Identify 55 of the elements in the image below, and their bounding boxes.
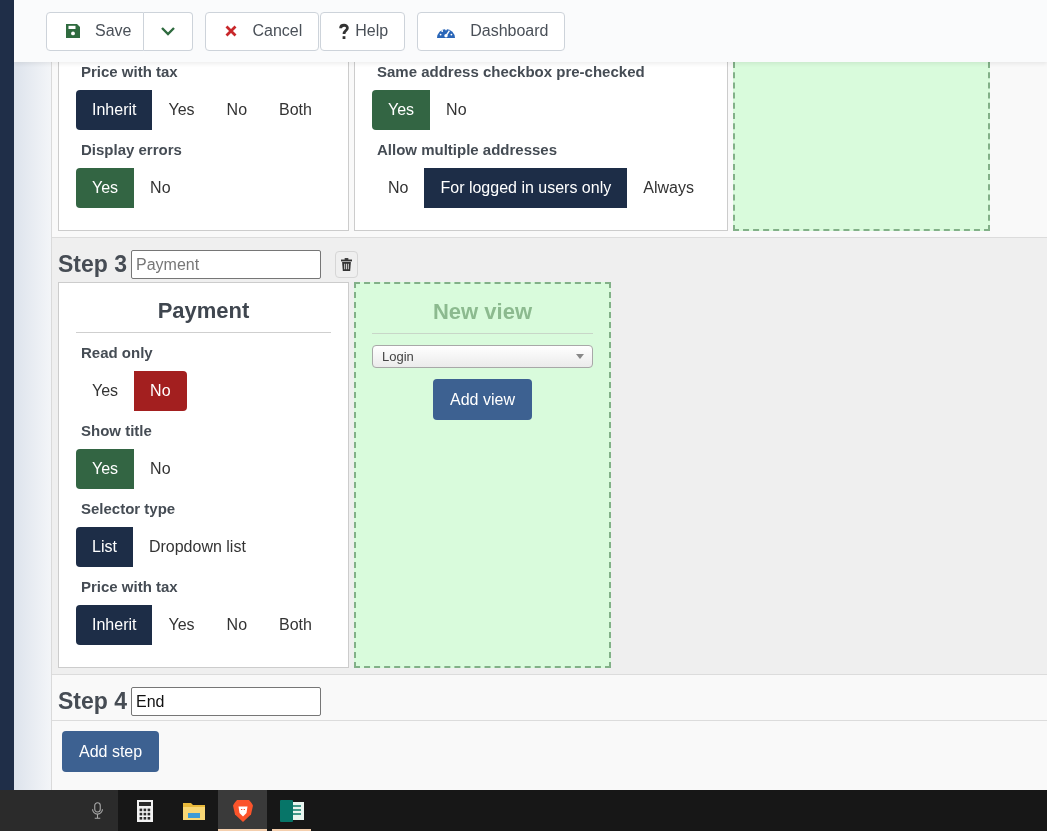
option-button[interactable]: Yes	[76, 168, 135, 208]
option-button[interactable]: No	[430, 90, 483, 130]
option-button[interactable]: Yes	[76, 449, 135, 489]
option-button[interactable]: Inherit	[76, 90, 153, 130]
x-icon	[225, 25, 238, 37]
caret-icon	[576, 354, 584, 359]
dashboard-button[interactable]: Dashboard	[417, 11, 566, 51]
view-select[interactable]: Login	[372, 345, 593, 368]
folder-icon	[182, 801, 205, 820]
help-button[interactable]: Help	[320, 11, 406, 51]
option-button[interactable]: No	[134, 449, 187, 489]
field-label: Show title	[81, 421, 153, 441]
option-button[interactable]: Always	[627, 168, 710, 208]
cancel-button[interactable]: Cancel	[205, 11, 320, 51]
step-title: Step 4	[58, 688, 128, 715]
option-button[interactable]: Yes	[372, 90, 431, 130]
option-button[interactable]: Inherit	[76, 605, 153, 645]
option-button[interactable]: No	[210, 90, 264, 130]
option-button[interactable]: Yes	[152, 605, 211, 645]
field-label: Read only	[81, 343, 154, 363]
option-button[interactable]: No	[134, 168, 187, 208]
save-button[interactable]: Save	[46, 11, 145, 51]
question-mark-icon	[339, 22, 350, 40]
option-button[interactable]: List	[76, 527, 133, 567]
field-label: Same address checkbox pre-checked	[377, 62, 646, 82]
field-label: Price with tax	[81, 577, 179, 597]
option-button[interactable]: Both	[263, 605, 328, 645]
step-title: Step 3	[58, 251, 128, 278]
chevron-down-icon	[161, 26, 176, 36]
option-button[interactable]: For logged in users only	[424, 168, 628, 208]
trash-icon	[341, 258, 353, 271]
step-name-field[interactable]: End	[131, 687, 322, 716]
option-button[interactable]: Yes	[152, 90, 211, 130]
microphone-icon[interactable]	[92, 802, 103, 819]
add-view-button[interactable]: Add view	[433, 379, 532, 420]
document-icon	[279, 799, 304, 822]
option-button[interactable]: No	[210, 605, 264, 645]
step-name-field[interactable]: Payment	[131, 250, 322, 279]
field-label: Selector type	[81, 499, 177, 519]
option-button[interactable]: No	[134, 371, 187, 411]
field-label: Allow multiple addresses	[377, 140, 559, 160]
calculator-icon	[136, 799, 153, 822]
lion-shield-icon	[232, 799, 253, 822]
panel-title: Payment	[156, 297, 251, 324]
add-step-button[interactable]: Add step	[62, 731, 160, 772]
dropzone-title: New view	[431, 298, 533, 325]
option-button[interactable]: Yes	[76, 371, 135, 411]
field-label: Price with tax	[81, 62, 179, 82]
taskbar-app-button[interactable]	[218, 790, 267, 831]
delete-button[interactable]	[335, 251, 359, 278]
option-button[interactable]: Both	[263, 90, 328, 130]
dropdown-toggle-button[interactable]	[144, 11, 194, 51]
option-button[interactable]: No	[372, 168, 425, 208]
option-button[interactable]: Dropdown list	[132, 527, 262, 567]
field-label: Display errors	[81, 140, 183, 160]
